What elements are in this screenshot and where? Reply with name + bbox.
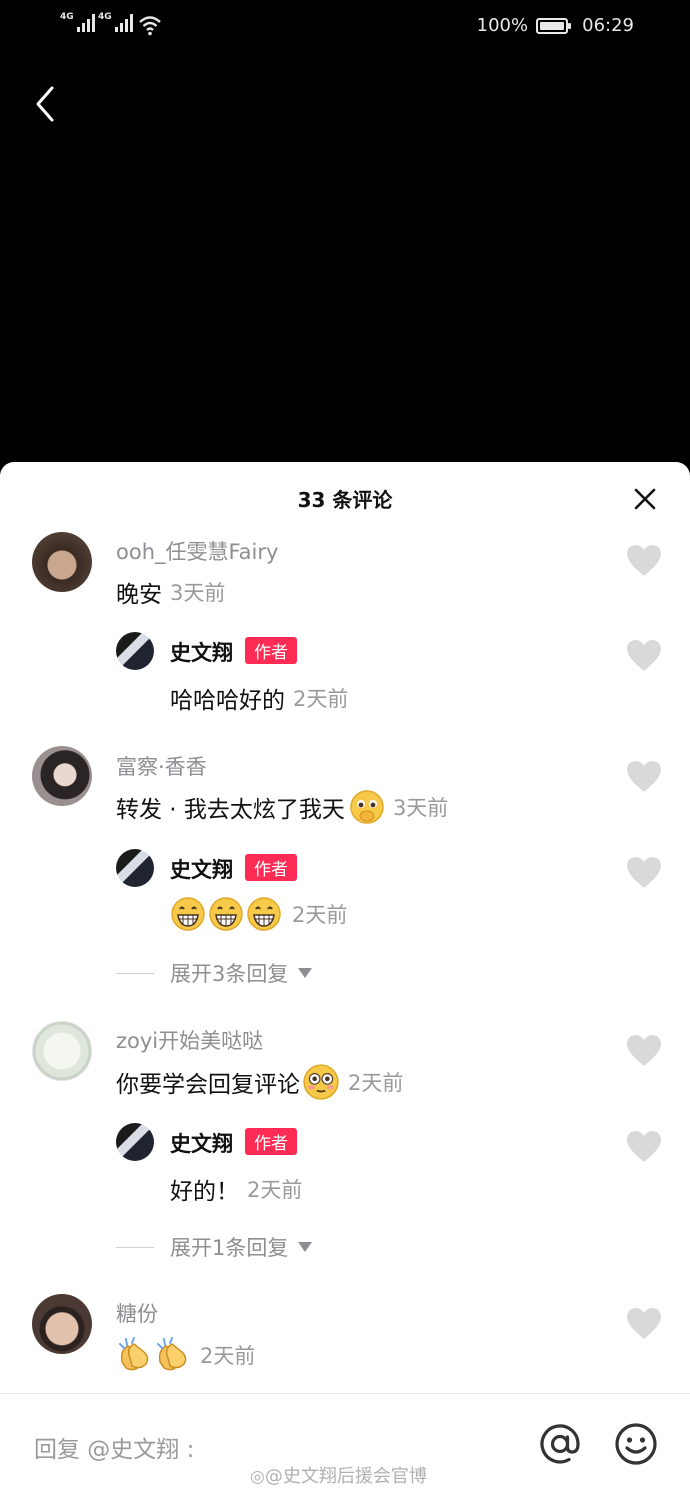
- reply-username-text: 史文翔: [170, 1132, 233, 1156]
- comment-text-row: 转发 · 我去太炫了我天 3天前: [116, 789, 448, 825]
- comment-time: 2天前: [348, 1071, 404, 1095]
- author-badge: 作者: [245, 1128, 297, 1155]
- author-badge: 作者: [245, 637, 297, 664]
- reply-text-row: 2天前: [170, 896, 347, 932]
- like-heart-icon[interactable]: [626, 1130, 662, 1164]
- like-heart-icon[interactable]: [626, 639, 662, 673]
- like-heart-icon[interactable]: [626, 760, 662, 794]
- comment-text-row: 你要学会回复评论 2天前: [116, 1063, 403, 1101]
- battery-percent: 100%: [476, 15, 529, 36]
- network-type-label: 4G: [98, 12, 112, 22]
- divider: [116, 972, 154, 974]
- chevron-down-icon: [298, 968, 313, 978]
- network-type-label: 4G: [60, 12, 74, 22]
- avatar[interactable]: [116, 632, 154, 670]
- comment-text: 晚安: [116, 582, 162, 608]
- watermark: ◎@史文翔后援会官博: [250, 1462, 427, 1488]
- reply-username[interactable]: 史文翔 作者: [170, 854, 297, 884]
- expand-replies-label: 展开1条回复: [170, 1236, 289, 1260]
- comment-time: 2天前: [200, 1344, 256, 1368]
- reply-input-bar: 回复 @史文翔 : ◎@史文翔后援会官博: [0, 1393, 690, 1495]
- reply-text-row: 好的！ 2天前: [170, 1172, 302, 1206]
- comment-text-row: 晚安 3天前: [116, 575, 225, 609]
- grinning-emoji-icon: [171, 897, 281, 931]
- comment-text: 你要学会回复评论: [116, 1072, 300, 1098]
- like-heart-icon[interactable]: [626, 544, 662, 578]
- close-button[interactable]: [634, 488, 656, 510]
- author-badge: 作者: [245, 854, 297, 881]
- watermark-text: @史文翔后援会官博: [264, 1466, 427, 1487]
- reply-text-row: 哈哈哈好的 2天前: [170, 681, 348, 715]
- signal-icon: 4G: [98, 12, 133, 32]
- comment-text: 转发 · 我去太炫了我天: [116, 797, 345, 823]
- comment-time: 3天前: [170, 581, 226, 605]
- flushed-emoji-icon: [303, 1064, 339, 1100]
- reply-text: 哈哈哈好的: [170, 688, 285, 714]
- comment-time: 3天前: [392, 796, 449, 820]
- avatar[interactable]: [32, 1021, 92, 1081]
- pleading-emoji-icon: [350, 790, 384, 824]
- divider: [116, 1246, 154, 1248]
- expand-replies-button[interactable]: 展开1条回复: [116, 1232, 313, 1262]
- clapping-hands-icon: [119, 1337, 187, 1371]
- chevron-down-icon: [298, 1242, 313, 1252]
- comment-username[interactable]: 糖份: [116, 1298, 158, 1328]
- like-heart-icon[interactable]: [626, 856, 662, 890]
- comment-count-title: 33 条评论: [297, 488, 393, 512]
- weibo-logo-icon: ◎: [250, 1467, 265, 1487]
- reply-username[interactable]: 史文翔 作者: [170, 637, 297, 667]
- reply-input[interactable]: 回复 @史文翔 :: [34, 1430, 194, 1464]
- comment-username[interactable]: ooh_任雯慧Fairy: [116, 536, 278, 566]
- reply-username-text: 史文翔: [170, 641, 233, 665]
- wifi-icon: [139, 16, 161, 36]
- reply-time: 2天前: [292, 903, 348, 927]
- reply-username-text: 史文翔: [170, 858, 233, 882]
- status-bar: 4G 4G 100% 06:29: [0, 0, 690, 56]
- back-button[interactable]: [30, 84, 66, 124]
- mention-at-icon[interactable]: [538, 1422, 582, 1466]
- like-heart-icon[interactable]: [626, 1307, 662, 1341]
- avatar[interactable]: [32, 1294, 92, 1354]
- comment-sheet: 33 条评论 ooh_任雯慧Fairy 晚安 3天前 史文翔 作者 哈哈哈好的 2…: [0, 462, 690, 1495]
- reply-time: 2天前: [247, 1178, 303, 1202]
- expand-replies-button[interactable]: 展开3条回复: [116, 958, 313, 988]
- signal-icon: 4G: [60, 12, 95, 32]
- emoji-smile-icon[interactable]: [614, 1422, 658, 1466]
- expand-replies-label: 展开3条回复: [170, 962, 289, 986]
- comment-username[interactable]: zoyi开始美哒哒: [116, 1025, 263, 1055]
- battery-icon: [536, 17, 572, 34]
- comment-text-row: 2天前: [116, 1336, 255, 1374]
- clock: 06:29: [582, 15, 634, 36]
- avatar[interactable]: [32, 746, 92, 806]
- avatar[interactable]: [32, 532, 92, 592]
- reply-time: 2天前: [293, 687, 349, 711]
- avatar[interactable]: [116, 849, 154, 887]
- comment-username[interactable]: 富察·香香: [116, 751, 207, 781]
- reply-text: 好的！: [170, 1179, 239, 1205]
- avatar[interactable]: [116, 1123, 154, 1161]
- reply-username[interactable]: 史文翔 作者: [170, 1128, 297, 1158]
- like-heart-icon[interactable]: [626, 1034, 662, 1068]
